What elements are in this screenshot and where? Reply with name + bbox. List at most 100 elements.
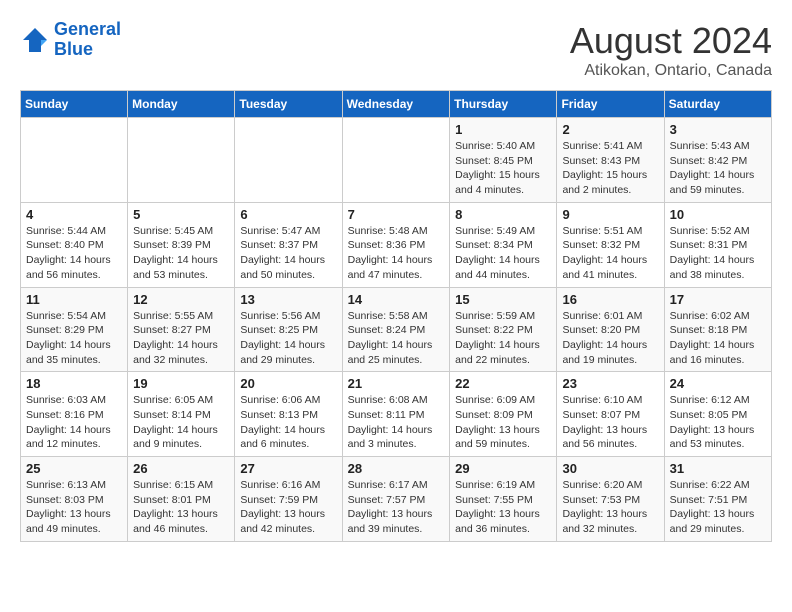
cell-info: Sunrise: 6:12 AM Sunset: 8:05 PM Dayligh… [670, 393, 766, 452]
calendar-cell: 23Sunrise: 6:10 AM Sunset: 8:07 PM Dayli… [557, 372, 664, 457]
cell-info: Sunrise: 5:47 AM Sunset: 8:37 PM Dayligh… [240, 224, 336, 283]
day-header-thursday: Thursday [450, 91, 557, 118]
week-row-4: 18 Sunrise: 6:03 AM Sunset: 8:16 PM Dayli… [21, 372, 772, 457]
cell-day-number: 12 [133, 292, 229, 307]
cell-day-number: 24 [670, 376, 766, 391]
cell-day-number: 5 [133, 207, 229, 222]
cell-info: Sunrise: 6:17 AM Sunset: 7:57 PM Dayligh… [348, 478, 445, 537]
cell-day-number: 29 [455, 461, 551, 476]
calendar-cell: 11 Sunrise: 5:54 AM Sunset: 8:29 PM Dayli… [21, 287, 128, 372]
calendar-table: SundayMondayTuesdayWednesdayThursdayFrid… [20, 90, 772, 542]
calendar-cell: 7 Sunrise: 5:48 AM Sunset: 8:36 PM Daylig… [342, 202, 450, 287]
calendar-cell: 13Sunrise: 5:56 AM Sunset: 8:25 PM Dayli… [235, 287, 342, 372]
cell-day-number: 30 [562, 461, 658, 476]
calendar-body: 1 Sunrise: 5:40 AM Sunset: 8:45 PM Daylig… [21, 118, 772, 542]
calendar-cell: 16Sunrise: 6:01 AM Sunset: 8:20 PM Dayli… [557, 287, 664, 372]
calendar-cell: 2Sunrise: 5:41 AM Sunset: 8:43 PM Daylig… [557, 118, 664, 203]
cell-info: Sunrise: 6:16 AM Sunset: 7:59 PM Dayligh… [240, 478, 336, 537]
day-header-saturday: Saturday [664, 91, 771, 118]
cell-info: Sunrise: 6:02 AM Sunset: 8:18 PM Dayligh… [670, 309, 766, 368]
calendar-cell: 19Sunrise: 6:05 AM Sunset: 8:14 PM Dayli… [128, 372, 235, 457]
cell-info: Sunrise: 5:49 AM Sunset: 8:34 PM Dayligh… [455, 224, 551, 283]
calendar-cell: 1 Sunrise: 5:40 AM Sunset: 8:45 PM Daylig… [450, 118, 557, 203]
cell-info: Sunrise: 5:59 AM Sunset: 8:22 PM Dayligh… [455, 309, 551, 368]
calendar-cell: 29 Sunrise: 6:19 AM Sunset: 7:55 PM Dayli… [450, 457, 557, 542]
cell-info: Sunrise: 6:03 AM Sunset: 8:16 PM Dayligh… [26, 393, 122, 452]
calendar-cell: 9 Sunrise: 5:51 AM Sunset: 8:32 PM Daylig… [557, 202, 664, 287]
main-title: August 2024 [570, 20, 772, 62]
cell-day-number: 9 [562, 207, 658, 222]
calendar-cell [342, 118, 450, 203]
cell-day-number: 11 [26, 292, 122, 307]
logo-line1: General [54, 19, 121, 39]
calendar-cell: 12 Sunrise: 5:55 AM Sunset: 8:27 PM Dayli… [128, 287, 235, 372]
calendar-cell: 5 Sunrise: 5:45 AM Sunset: 8:39 PM Daylig… [128, 202, 235, 287]
cell-info: Sunrise: 6:20 AM Sunset: 7:53 PM Dayligh… [562, 478, 658, 537]
cell-info: Sunrise: 6:01 AM Sunset: 8:20 PM Dayligh… [562, 309, 658, 368]
calendar-cell: 15 Sunrise: 5:59 AM Sunset: 8:22 PM Dayli… [450, 287, 557, 372]
cell-info: Sunrise: 6:09 AM Sunset: 8:09 PM Dayligh… [455, 393, 551, 452]
cell-day-number: 31 [670, 461, 766, 476]
calendar-cell: 22 Sunrise: 6:09 AM Sunset: 8:09 PM Dayli… [450, 372, 557, 457]
cell-day-number: 13 [240, 292, 336, 307]
subtitle: Atikokan, Ontario, Canada [570, 62, 772, 80]
cell-info: Sunrise: 6:08 AM Sunset: 8:11 PM Dayligh… [348, 393, 445, 452]
calendar-cell: 17 Sunrise: 6:02 AM Sunset: 8:18 PM Dayli… [664, 287, 771, 372]
cell-info: Sunrise: 5:48 AM Sunset: 8:36 PM Dayligh… [348, 224, 445, 283]
calendar-cell: 6 Sunrise: 5:47 AM Sunset: 8:37 PM Daylig… [235, 202, 342, 287]
day-header-tuesday: Tuesday [235, 91, 342, 118]
cell-info: Sunrise: 6:22 AM Sunset: 7:51 PM Dayligh… [670, 478, 766, 537]
cell-info: Sunrise: 5:54 AM Sunset: 8:29 PM Dayligh… [26, 309, 122, 368]
calendar-header: SundayMondayTuesdayWednesdayThursdayFrid… [21, 91, 772, 118]
cell-info: Sunrise: 5:40 AM Sunset: 8:45 PM Dayligh… [455, 139, 551, 198]
cell-info: Sunrise: 5:44 AM Sunset: 8:40 PM Dayligh… [26, 224, 122, 283]
logo-icon [20, 25, 50, 55]
cell-day-number: 17 [670, 292, 766, 307]
calendar-cell: 27 Sunrise: 6:16 AM Sunset: 7:59 PM Dayli… [235, 457, 342, 542]
cell-info: Sunrise: 6:10 AM Sunset: 8:07 PM Dayligh… [562, 393, 658, 452]
calendar-cell: 25Sunrise: 6:13 AM Sunset: 8:03 PM Dayli… [21, 457, 128, 542]
calendar-cell: 10Sunrise: 5:52 AM Sunset: 8:31 PM Dayli… [664, 202, 771, 287]
day-header-monday: Monday [128, 91, 235, 118]
cell-day-number: 6 [240, 207, 336, 222]
cell-day-number: 26 [133, 461, 229, 476]
cell-day-number: 1 [455, 122, 551, 137]
cell-day-number: 10 [670, 207, 766, 222]
cell-info: Sunrise: 5:45 AM Sunset: 8:39 PM Dayligh… [133, 224, 229, 283]
cell-day-number: 2 [562, 122, 658, 137]
cell-info: Sunrise: 5:51 AM Sunset: 8:32 PM Dayligh… [562, 224, 658, 283]
days-of-week-row: SundayMondayTuesdayWednesdayThursdayFrid… [21, 91, 772, 118]
cell-day-number: 4 [26, 207, 122, 222]
day-header-sunday: Sunday [21, 91, 128, 118]
calendar-cell: 21Sunrise: 6:08 AM Sunset: 8:11 PM Dayli… [342, 372, 450, 457]
calendar-cell: 20Sunrise: 6:06 AM Sunset: 8:13 PM Dayli… [235, 372, 342, 457]
cell-day-number: 28 [348, 461, 445, 476]
calendar-cell: 3 Sunrise: 5:43 AM Sunset: 8:42 PM Daylig… [664, 118, 771, 203]
calendar-cell: 8 Sunrise: 5:49 AM Sunset: 8:34 PM Daylig… [450, 202, 557, 287]
calendar-cell: 31 Sunrise: 6:22 AM Sunset: 7:51 PM Dayli… [664, 457, 771, 542]
calendar-cell: 4 Sunrise: 5:44 AM Sunset: 8:40 PM Daylig… [21, 202, 128, 287]
cell-day-number: 8 [455, 207, 551, 222]
calendar-cell [21, 118, 128, 203]
cell-day-number: 19 [133, 376, 229, 391]
cell-day-number: 22 [455, 376, 551, 391]
cell-day-number: 18 [26, 376, 122, 391]
week-row-5: 25Sunrise: 6:13 AM Sunset: 8:03 PM Dayli… [21, 457, 772, 542]
cell-day-number: 25 [26, 461, 122, 476]
cell-day-number: 7 [348, 207, 445, 222]
cell-day-number: 14 [348, 292, 445, 307]
week-row-1: 1 Sunrise: 5:40 AM Sunset: 8:45 PM Daylig… [21, 118, 772, 203]
cell-info: Sunrise: 5:58 AM Sunset: 8:24 PM Dayligh… [348, 309, 445, 368]
cell-info: Sunrise: 5:43 AM Sunset: 8:42 PM Dayligh… [670, 139, 766, 198]
cell-day-number: 15 [455, 292, 551, 307]
cell-info: Sunrise: 5:55 AM Sunset: 8:27 PM Dayligh… [133, 309, 229, 368]
cell-info: Sunrise: 6:19 AM Sunset: 7:55 PM Dayligh… [455, 478, 551, 537]
calendar-cell: 30 Sunrise: 6:20 AM Sunset: 7:53 PM Dayli… [557, 457, 664, 542]
page-header: General Blue August 2024 Atikokan, Ontar… [20, 20, 772, 80]
title-block: August 2024 Atikokan, Ontario, Canada [570, 20, 772, 80]
calendar-cell: 14 Sunrise: 5:58 AM Sunset: 8:24 PM Dayli… [342, 287, 450, 372]
cell-day-number: 27 [240, 461, 336, 476]
cell-day-number: 3 [670, 122, 766, 137]
week-row-3: 11 Sunrise: 5:54 AM Sunset: 8:29 PM Dayli… [21, 287, 772, 372]
day-header-wednesday: Wednesday [342, 91, 450, 118]
